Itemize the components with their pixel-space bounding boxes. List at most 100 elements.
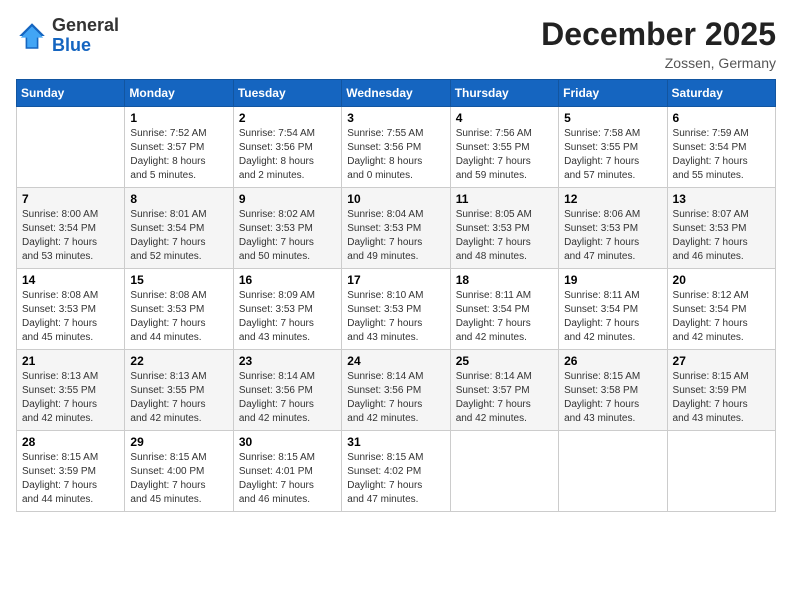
page-header: General Blue December 2025 Zossen, Germa…: [16, 16, 776, 71]
calendar-cell: 13 Sunrise: 8:07 AMSunset: 3:53 PMDayligh…: [667, 188, 775, 269]
day-number: 10: [347, 192, 444, 206]
day-info: Sunrise: 8:04 AMSunset: 3:53 PMDaylight:…: [347, 208, 444, 264]
calendar-cell: 26 Sunrise: 8:15 AMSunset: 3:58 PMDayligh…: [559, 350, 667, 431]
calendar-cell: 1 Sunrise: 7:52 AMSunset: 3:57 PMDaylight…: [125, 107, 233, 188]
calendar-cell: 22Sunrise: 8:13 AMSunset: 3:55 PMDayligh…: [125, 350, 233, 431]
day-number: 15: [130, 273, 227, 287]
day-info: Sunrise: 8:14 AMSunset: 3:56 PMDaylight:…: [347, 370, 444, 426]
day-info: Sunrise: 8:15 AMSunset: 3:58 PMDaylight:…: [564, 370, 661, 426]
calendar-cell: 11 Sunrise: 8:05 AMSunset: 3:53 PMDayligh…: [450, 188, 558, 269]
day-info: Sunrise: 8:14 AMSunset: 3:57 PMDaylight:…: [456, 370, 553, 426]
calendar-cell: 18Sunrise: 8:11 AMSunset: 3:54 PMDayligh…: [450, 269, 558, 350]
day-info: Sunrise: 8:10 AMSunset: 3:53 PMDaylight:…: [347, 289, 444, 345]
day-number: 17: [347, 273, 444, 287]
day-info: Sunrise: 8:12 AMSunset: 3:54 PMDaylight:…: [673, 289, 770, 345]
calendar-cell: 30 Sunrise: 8:15 AMSunset: 4:01 PMDayligh…: [233, 431, 341, 512]
day-info: Sunrise: 8:11 AMSunset: 3:54 PMDaylight:…: [564, 289, 661, 345]
day-number: 29: [130, 435, 227, 449]
calendar-cell: 24 Sunrise: 8:14 AMSunset: 3:56 PMDayligh…: [342, 350, 450, 431]
day-number: 13: [673, 192, 770, 206]
day-number: 2: [239, 111, 336, 125]
weekday-header-monday: Monday: [125, 80, 233, 107]
calendar-cell: 8 Sunrise: 8:01 AMSunset: 3:54 PMDaylight…: [125, 188, 233, 269]
calendar-cell: 14 Sunrise: 8:08 AMSunset: 3:53 PMDayligh…: [17, 269, 125, 350]
calendar-cell: 29 Sunrise: 8:15 AMSunset: 4:00 PMDayligh…: [125, 431, 233, 512]
day-info: Sunrise: 8:15 AMSunset: 3:59 PMDaylight:…: [673, 370, 770, 426]
day-info: Sunrise: 8:13 AMSunset: 3:55 PMDaylight:…: [22, 370, 119, 426]
day-info: Sunrise: 8:15 AMSunset: 3:59 PMDaylight:…: [22, 451, 119, 507]
calendar-week-row: 7 Sunrise: 8:00 AMSunset: 3:54 PMDaylight…: [17, 188, 776, 269]
day-number: 27: [673, 354, 770, 368]
calendar-week-row: 21 Sunrise: 8:13 AMSunset: 3:55 PMDayligh…: [17, 350, 776, 431]
day-number: 11: [456, 192, 553, 206]
day-info: Sunrise: 8:08 AMSunset: 3:53 PMDaylight:…: [130, 289, 227, 345]
location: Zossen, Germany: [541, 55, 776, 71]
day-number: 21: [22, 354, 119, 368]
day-info: Sunrise: 7:52 AMSunset: 3:57 PMDaylight:…: [130, 127, 227, 183]
day-number: 18: [456, 273, 553, 287]
day-number: 23: [239, 354, 336, 368]
weekday-header-row: SundayMondayTuesdayWednesdayThursdayFrid…: [17, 80, 776, 107]
weekday-header-sunday: Sunday: [17, 80, 125, 107]
day-info: Sunrise: 8:09 AMSunset: 3:53 PMDaylight:…: [239, 289, 336, 345]
day-number: 31: [347, 435, 444, 449]
calendar-cell: 15 Sunrise: 8:08 AMSunset: 3:53 PMDayligh…: [125, 269, 233, 350]
calendar-cell: 17 Sunrise: 8:10 AMSunset: 3:53 PMDayligh…: [342, 269, 450, 350]
day-number: 30: [239, 435, 336, 449]
logo-icon: [16, 20, 48, 52]
day-number: 24: [347, 354, 444, 368]
day-info: Sunrise: 8:13 AMSunset: 3:55 PMDaylight:…: [130, 370, 227, 426]
calendar-week-row: 28 Sunrise: 8:15 AMSunset: 3:59 PMDayligh…: [17, 431, 776, 512]
day-info: Sunrise: 7:55 AMSunset: 3:56 PMDaylight:…: [347, 127, 444, 183]
day-info: Sunrise: 8:15 AMSunset: 4:02 PMDaylight:…: [347, 451, 444, 507]
calendar-week-row: 1 Sunrise: 7:52 AMSunset: 3:57 PMDaylight…: [17, 107, 776, 188]
day-info: Sunrise: 8:05 AMSunset: 3:53 PMDaylight:…: [456, 208, 553, 264]
day-number: 9: [239, 192, 336, 206]
calendar-week-row: 14 Sunrise: 8:08 AMSunset: 3:53 PMDayligh…: [17, 269, 776, 350]
calendar-cell: 4Sunrise: 7:56 AMSunset: 3:55 PMDaylight…: [450, 107, 558, 188]
day-number: 7: [22, 192, 119, 206]
logo: General Blue: [16, 16, 119, 56]
day-info: Sunrise: 8:08 AMSunset: 3:53 PMDaylight:…: [22, 289, 119, 345]
calendar-cell: 12 Sunrise: 8:06 AMSunset: 3:53 PMDayligh…: [559, 188, 667, 269]
day-number: 8: [130, 192, 227, 206]
day-number: 1: [130, 111, 227, 125]
calendar-cell: [559, 431, 667, 512]
day-info: Sunrise: 8:15 AMSunset: 4:01 PMDaylight:…: [239, 451, 336, 507]
calendar-cell: 21 Sunrise: 8:13 AMSunset: 3:55 PMDayligh…: [17, 350, 125, 431]
day-info: Sunrise: 8:15 AMSunset: 4:00 PMDaylight:…: [130, 451, 227, 507]
month-title: December 2025: [541, 16, 776, 53]
calendar-cell: 16 Sunrise: 8:09 AMSunset: 3:53 PMDayligh…: [233, 269, 341, 350]
day-info: Sunrise: 7:58 AMSunset: 3:55 PMDaylight:…: [564, 127, 661, 183]
day-info: Sunrise: 7:54 AMSunset: 3:56 PMDaylight:…: [239, 127, 336, 183]
calendar-cell: 3 Sunrise: 7:55 AMSunset: 3:56 PMDaylight…: [342, 107, 450, 188]
day-info: Sunrise: 8:14 AMSunset: 3:56 PMDaylight:…: [239, 370, 336, 426]
calendar-cell: [17, 107, 125, 188]
weekday-header-wednesday: Wednesday: [342, 80, 450, 107]
day-info: Sunrise: 8:00 AMSunset: 3:54 PMDaylight:…: [22, 208, 119, 264]
logo-text: General Blue: [52, 16, 119, 56]
day-number: 25: [456, 354, 553, 368]
day-number: 28: [22, 435, 119, 449]
calendar-cell: 6Sunrise: 7:59 AMSunset: 3:54 PMDaylight…: [667, 107, 775, 188]
day-number: 14: [22, 273, 119, 287]
day-number: 3: [347, 111, 444, 125]
calendar-cell: 19 Sunrise: 8:11 AMSunset: 3:54 PMDayligh…: [559, 269, 667, 350]
calendar-cell: 7 Sunrise: 8:00 AMSunset: 3:54 PMDaylight…: [17, 188, 125, 269]
day-info: Sunrise: 8:07 AMSunset: 3:53 PMDaylight:…: [673, 208, 770, 264]
weekday-header-saturday: Saturday: [667, 80, 775, 107]
day-number: 6: [673, 111, 770, 125]
day-number: 19: [564, 273, 661, 287]
day-number: 20: [673, 273, 770, 287]
calendar-cell: [450, 431, 558, 512]
day-info: Sunrise: 8:06 AMSunset: 3:53 PMDaylight:…: [564, 208, 661, 264]
weekday-header-tuesday: Tuesday: [233, 80, 341, 107]
day-number: 16: [239, 273, 336, 287]
day-number: 4: [456, 111, 553, 125]
calendar-cell: 25 Sunrise: 8:14 AMSunset: 3:57 PMDayligh…: [450, 350, 558, 431]
calendar-cell: 10 Sunrise: 8:04 AMSunset: 3:53 PMDayligh…: [342, 188, 450, 269]
day-info: Sunrise: 8:01 AMSunset: 3:54 PMDaylight:…: [130, 208, 227, 264]
day-number: 26: [564, 354, 661, 368]
day-number: 12: [564, 192, 661, 206]
calendar-cell: 31 Sunrise: 8:15 AMSunset: 4:02 PMDayligh…: [342, 431, 450, 512]
